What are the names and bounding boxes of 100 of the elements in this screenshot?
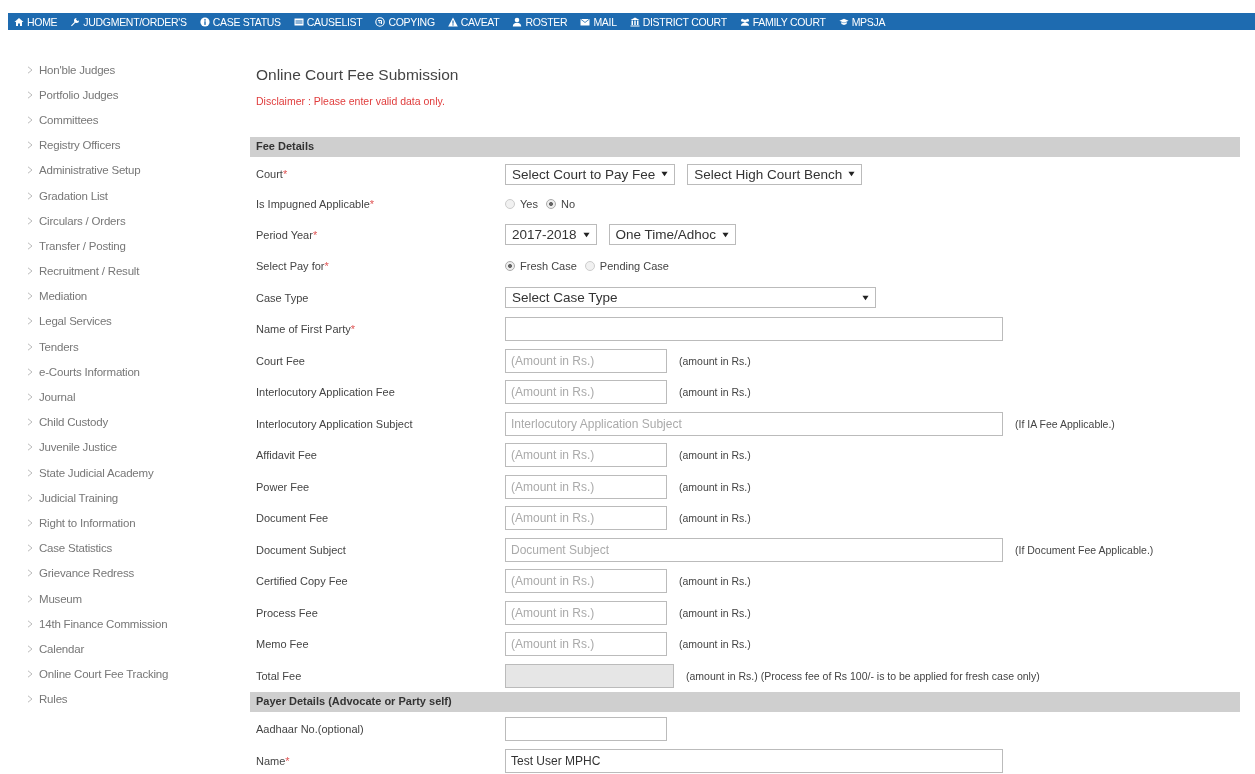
sidebar-link[interactable]: Circulars / Orders bbox=[27, 208, 235, 234]
chevron-icon bbox=[27, 594, 33, 603]
chevron-icon bbox=[27, 468, 33, 477]
chevron-icon bbox=[27, 443, 33, 452]
sidebar-link[interactable]: Committees bbox=[27, 107, 235, 133]
chevron-icon bbox=[27, 518, 33, 527]
sidebar-link[interactable]: Gradation List bbox=[27, 182, 235, 209]
field-label: Court Fee bbox=[256, 354, 306, 367]
sidebar-link[interactable]: e-Courts Information bbox=[27, 359, 235, 385]
dropdown[interactable]: Select Court to Pay Fee bbox=[505, 163, 676, 185]
dropdown[interactable]: Select Case Type bbox=[505, 287, 876, 309]
radio-button[interactable] bbox=[505, 199, 515, 209]
field-label: Aadhaar No.(optional) bbox=[256, 723, 365, 736]
sidebar-link[interactable]: Online Court Fee Tracking bbox=[27, 661, 235, 687]
caret-icon bbox=[661, 171, 669, 177]
page-title: Online Court Fee Submission bbox=[256, 66, 460, 85]
sidebar-link[interactable]: State Judicial Academy bbox=[27, 460, 235, 486]
nav-link[interactable]: COPYING bbox=[375, 15, 435, 28]
input-field[interactable]: Interlocutory Application Subject bbox=[505, 411, 1003, 436]
input-field[interactable]: (Amount in Rs.) bbox=[505, 506, 667, 531]
nav-link[interactable]: FAMILY COURT bbox=[739, 15, 826, 28]
nav-link[interactable]: DISTRICT COURT bbox=[629, 15, 727, 28]
sidebar-link[interactable]: Journal bbox=[27, 384, 235, 410]
radio-option[interactable]: No bbox=[545, 198, 575, 210]
input-field[interactable] bbox=[505, 317, 1003, 342]
field-hint: (amount in Rs.) bbox=[679, 480, 751, 493]
sidebar-link[interactable]: Tenders bbox=[27, 334, 235, 360]
input-field[interactable]: (Amount in Rs.) bbox=[505, 632, 667, 657]
dropdown[interactable]: Select High Court Bench bbox=[687, 163, 863, 185]
nav-link[interactable]: CASE STATUS bbox=[199, 15, 281, 28]
chevron-icon bbox=[27, 216, 33, 225]
sidebar-link[interactable]: Transfer / Posting bbox=[27, 233, 235, 259]
chevron-icon bbox=[27, 493, 33, 502]
field-hint: (amount in Rs.) (Process fee of Rs 100/- is to be applied for fresh case only) bbox=[686, 669, 1040, 682]
chevron-icon bbox=[27, 418, 33, 427]
chevron-icon bbox=[27, 317, 33, 326]
sidebar-link[interactable]: 14th Finance Commission bbox=[27, 611, 235, 637]
sidebar-link[interactable]: Hon'ble Judges bbox=[27, 57, 235, 83]
field-label: Interlocutory Application Fee bbox=[256, 386, 396, 399]
wrench-icon bbox=[70, 16, 81, 27]
radio-option[interactable]: Yes bbox=[505, 198, 538, 210]
nav-link[interactable]: ROSTER bbox=[512, 15, 568, 28]
sidebar-link[interactable]: Mediation bbox=[27, 283, 235, 309]
users-icon bbox=[739, 16, 750, 27]
nav-link[interactable]: JUDGMENT/ORDER'S bbox=[70, 15, 187, 28]
nav-link[interactable]: CAVEAT bbox=[447, 15, 500, 28]
list-icon bbox=[293, 16, 304, 27]
chevron-icon bbox=[27, 569, 33, 578]
input-field[interactable]: (Amount in Rs.) bbox=[505, 474, 667, 499]
dropdown[interactable]: 2017-2018 bbox=[505, 224, 597, 246]
bank-icon bbox=[629, 16, 640, 27]
nav-link[interactable]: CAUSELIST bbox=[293, 15, 363, 28]
sidebar-link[interactable]: Judicial Training bbox=[27, 485, 235, 511]
input-field[interactable]: (Amount in Rs.) bbox=[505, 600, 667, 625]
section-header: Fee Details bbox=[250, 137, 1240, 157]
field-hint: (If IA Fee Applicable.) bbox=[1015, 417, 1115, 430]
field-label: Name* bbox=[256, 754, 291, 767]
sidebar-link[interactable]: Right to Information bbox=[27, 510, 235, 536]
warning-icon bbox=[447, 16, 458, 27]
sidebar-link[interactable]: Recruitment / Result bbox=[27, 258, 235, 284]
sidebar-link[interactable]: Juvenile Justice bbox=[27, 434, 235, 460]
field-label: Name of First Party* bbox=[256, 323, 357, 336]
section-header: Payer Details (Advocate or Party self) bbox=[250, 691, 1240, 712]
radio-button[interactable] bbox=[584, 261, 595, 272]
sidebar-link[interactable]: Calendar bbox=[27, 636, 235, 662]
input-field[interactable]: (Amount in Rs.) bbox=[505, 380, 667, 405]
field-label: Select Pay for* bbox=[256, 260, 330, 273]
sidebar-link[interactable]: Museum bbox=[27, 585, 235, 612]
input-field[interactable]: (Amount in Rs.) bbox=[505, 569, 667, 594]
radio-option[interactable]: Fresh Case bbox=[505, 260, 577, 273]
radio-button[interactable] bbox=[505, 261, 515, 272]
chevron-icon bbox=[27, 115, 33, 124]
input-field[interactable]: (Amount in Rs.) bbox=[505, 348, 667, 373]
input-field[interactable]: Test User MPHC bbox=[505, 748, 1003, 773]
nav-link[interactable]: MPSJA bbox=[838, 15, 886, 28]
input-field[interactable]: Document Subject bbox=[505, 537, 1003, 562]
field-label: Interlocutory Application Subject bbox=[256, 417, 414, 430]
chevron-icon bbox=[27, 670, 33, 679]
field-label: Total Fee bbox=[256, 669, 303, 682]
sidebar-link[interactable]: Grievance Redress bbox=[27, 560, 235, 586]
sidebar-link[interactable]: Administrative Setup bbox=[27, 157, 235, 183]
sidebar-link[interactable]: Rules bbox=[27, 686, 235, 712]
field-hint: (amount in Rs.) bbox=[679, 512, 751, 525]
radio-option[interactable]: Pending Case bbox=[584, 260, 669, 273]
sidebar-link[interactable]: Portfolio Judges bbox=[27, 82, 235, 108]
chevron-icon bbox=[27, 166, 33, 175]
field-label: Process Fee bbox=[256, 606, 319, 619]
nav-link[interactable]: MAIL bbox=[580, 15, 617, 28]
input-field[interactable] bbox=[505, 717, 667, 742]
sidebar-link[interactable]: Legal Services bbox=[27, 308, 235, 335]
copy-icon bbox=[375, 16, 386, 27]
nav-link[interactable]: HOME bbox=[14, 15, 58, 28]
sidebar-link[interactable]: Case Statistics bbox=[27, 535, 235, 561]
chevron-icon bbox=[27, 695, 33, 704]
dropdown[interactable]: One Time/Adhoc bbox=[608, 224, 737, 246]
sidebar-link[interactable]: Registry Officers bbox=[27, 132, 235, 158]
radio-button[interactable] bbox=[545, 199, 556, 209]
input-field[interactable]: (Amount in Rs.) bbox=[505, 443, 667, 468]
sidebar-link[interactable]: Child Custody bbox=[27, 409, 235, 435]
field-hint: (amount in Rs.) bbox=[679, 638, 751, 651]
